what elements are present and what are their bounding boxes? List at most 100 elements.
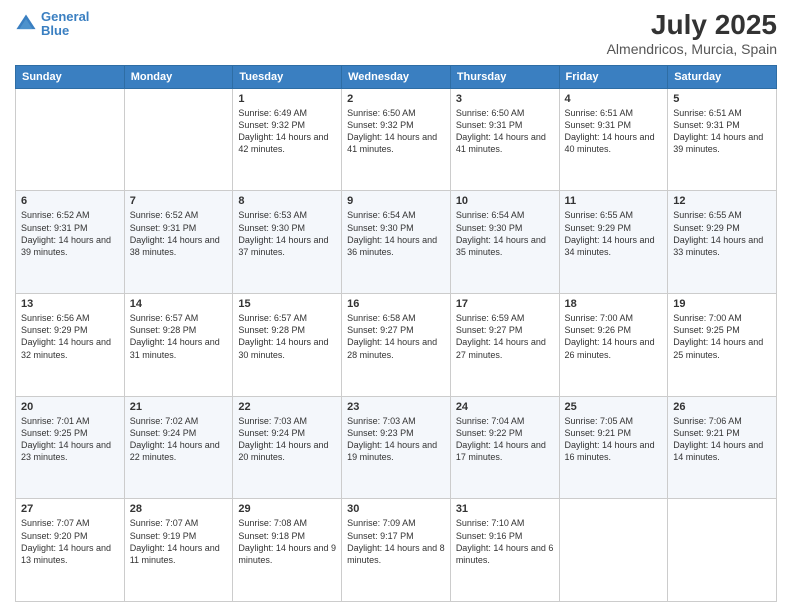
logo-line2: Blue (41, 23, 69, 38)
day-number: 3 (456, 93, 554, 105)
calendar-cell (124, 88, 233, 191)
calendar-cell: 5Sunrise: 6:51 AMSunset: 9:31 PMDaylight… (668, 88, 777, 191)
day-number: 9 (347, 195, 445, 207)
page: General Blue July 2025 Almendricos, Murc… (0, 0, 792, 612)
calendar-cell: 23Sunrise: 7:03 AMSunset: 9:23 PMDayligh… (342, 396, 451, 499)
day-number: 26 (673, 401, 771, 413)
calendar-cell: 17 Sunrise: 6:59 AMSunset: 9:27 PMDayligh… (450, 294, 559, 397)
day-number: 13 (21, 298, 119, 310)
day-number: 14 (130, 298, 228, 310)
day-info: Sunrise: 7:08 AMSunset: 9:18 PMDaylight:… (238, 517, 336, 566)
day-info: Sunrise: 6:52 AMSunset: 9:31 PMDaylight:… (21, 209, 119, 258)
day-info: Sunrise: 7:00 AMSunset: 9:25 PMDaylight:… (673, 312, 771, 361)
calendar-cell: 7 Sunrise: 6:52 AMSunset: 9:31 PMDaylight… (124, 191, 233, 294)
calendar-cell: 11 Sunrise: 6:55 AMSunset: 9:29 PMDayligh… (559, 191, 668, 294)
week-row-4: 20 Sunrise: 7:01 AMSunset: 9:25 PMDayligh… (16, 396, 777, 499)
week-row-1: 1Sunrise: 6:49 AMSunset: 9:32 PMDaylight… (16, 88, 777, 191)
day-info: Sunrise: 6:51 AMSunset: 9:31 PMDaylight:… (673, 107, 771, 156)
day-info: Sunrise: 6:54 AMSunset: 9:30 PMDaylight:… (456, 209, 554, 258)
day-info: Sunrise: 7:01 AMSunset: 9:25 PMDaylight:… (21, 415, 119, 464)
calendar-cell: 20 Sunrise: 7:01 AMSunset: 9:25 PMDayligh… (16, 396, 125, 499)
logo-icon (15, 13, 37, 35)
weekday-header-row: SundayMondayTuesdayWednesdayThursdayFrid… (16, 65, 777, 88)
logo-text: General Blue (41, 10, 89, 39)
day-number: 16 (347, 298, 445, 310)
weekday-header-monday: Monday (124, 65, 233, 88)
calendar-cell: 8 Sunrise: 6:53 AMSunset: 9:30 PMDaylight… (233, 191, 342, 294)
calendar-cell: 26 Sunrise: 7:06 AMSunset: 9:21 PMDayligh… (668, 396, 777, 499)
day-info: Sunrise: 6:49 AMSunset: 9:32 PMDaylight:… (238, 107, 336, 156)
day-info: Sunrise: 7:10 AMSunset: 9:16 PMDaylight:… (456, 517, 554, 566)
calendar-cell: 27Sunrise: 7:07 AMSunset: 9:20 PMDayligh… (16, 499, 125, 602)
day-number: 11 (565, 195, 663, 207)
calendar-cell: 9 Sunrise: 6:54 AMSunset: 9:30 PMDaylight… (342, 191, 451, 294)
calendar-cell: 28 Sunrise: 7:07 AMSunset: 9:19 PMDayligh… (124, 499, 233, 602)
calendar-cell: 13 Sunrise: 6:56 AMSunset: 9:29 PMDayligh… (16, 294, 125, 397)
calendar-cell: 12 Sunrise: 6:55 AMSunset: 9:29 PMDayligh… (668, 191, 777, 294)
header: General Blue July 2025 Almendricos, Murc… (15, 10, 777, 57)
day-info: Sunrise: 6:59 AMSunset: 9:27 PMDaylight:… (456, 312, 554, 361)
day-info: Sunrise: 7:03 AMSunset: 9:24 PMDaylight:… (238, 415, 336, 464)
weekday-header-thursday: Thursday (450, 65, 559, 88)
calendar-cell: 3 Sunrise: 6:50 AMSunset: 9:31 PMDaylight… (450, 88, 559, 191)
day-number: 20 (21, 401, 119, 413)
day-number: 22 (238, 401, 336, 413)
calendar-table: SundayMondayTuesdayWednesdayThursdayFrid… (15, 65, 777, 602)
day-info: Sunrise: 6:53 AMSunset: 9:30 PMDaylight:… (238, 209, 336, 258)
title-block: July 2025 Almendricos, Murcia, Spain (607, 10, 777, 57)
calendar-cell: 14 Sunrise: 6:57 AMSunset: 9:28 PMDayligh… (124, 294, 233, 397)
calendar-cell: 6 Sunrise: 6:52 AMSunset: 9:31 PMDaylight… (16, 191, 125, 294)
day-info: Sunrise: 6:50 AMSunset: 9:31 PMDaylight:… (456, 107, 554, 156)
calendar-cell: 18Sunrise: 7:00 AMSunset: 9:26 PMDayligh… (559, 294, 668, 397)
calendar-cell: 22 Sunrise: 7:03 AMSunset: 9:24 PMDayligh… (233, 396, 342, 499)
day-info: Sunrise: 6:56 AMSunset: 9:29 PMDaylight:… (21, 312, 119, 361)
location: Almendricos, Murcia, Spain (607, 41, 777, 57)
day-info: Sunrise: 7:02 AMSunset: 9:24 PMDaylight:… (130, 415, 228, 464)
calendar-cell: 4 Sunrise: 6:51 AMSunset: 9:31 PMDaylight… (559, 88, 668, 191)
day-number: 15 (238, 298, 336, 310)
day-number: 2 (347, 93, 445, 105)
calendar-cell (559, 499, 668, 602)
calendar-cell: 15 Sunrise: 6:57 AMSunset: 9:28 PMDayligh… (233, 294, 342, 397)
day-number: 4 (565, 93, 663, 105)
day-number: 28 (130, 503, 228, 515)
day-number: 18 (565, 298, 663, 310)
day-number: 31 (456, 503, 554, 515)
day-info: Sunrise: 7:06 AMSunset: 9:21 PMDaylight:… (673, 415, 771, 464)
day-info: Sunrise: 6:57 AMSunset: 9:28 PMDaylight:… (130, 312, 228, 361)
day-number: 21 (130, 401, 228, 413)
calendar-cell: 2Sunrise: 6:50 AMSunset: 9:32 PMDaylight… (342, 88, 451, 191)
day-info: Sunrise: 6:58 AMSunset: 9:27 PMDaylight:… (347, 312, 445, 361)
day-number: 25 (565, 401, 663, 413)
weekday-header-saturday: Saturday (668, 65, 777, 88)
day-info: Sunrise: 6:52 AMSunset: 9:31 PMDaylight:… (130, 209, 228, 258)
day-info: Sunrise: 6:57 AMSunset: 9:28 PMDaylight:… (238, 312, 336, 361)
day-info: Sunrise: 7:09 AMSunset: 9:17 PMDaylight:… (347, 517, 445, 566)
calendar-cell: 10Sunrise: 6:54 AMSunset: 9:30 PMDayligh… (450, 191, 559, 294)
week-row-2: 6 Sunrise: 6:52 AMSunset: 9:31 PMDaylight… (16, 191, 777, 294)
day-number: 17 (456, 298, 554, 310)
day-number: 6 (21, 195, 119, 207)
day-info: Sunrise: 7:07 AMSunset: 9:19 PMDaylight:… (130, 517, 228, 566)
day-number: 7 (130, 195, 228, 207)
logo: General Blue (15, 10, 89, 39)
calendar-cell: 19Sunrise: 7:00 AMSunset: 9:25 PMDayligh… (668, 294, 777, 397)
day-number: 12 (673, 195, 771, 207)
calendar-cell: 25Sunrise: 7:05 AMSunset: 9:21 PMDayligh… (559, 396, 668, 499)
calendar-cell: 31 Sunrise: 7:10 AMSunset: 9:16 PMDayligh… (450, 499, 559, 602)
weekday-header-tuesday: Tuesday (233, 65, 342, 88)
weekday-header-sunday: Sunday (16, 65, 125, 88)
day-info: Sunrise: 6:55 AMSunset: 9:29 PMDaylight:… (565, 209, 663, 258)
calendar-cell: 30 Sunrise: 7:09 AMSunset: 9:17 PMDayligh… (342, 499, 451, 602)
calendar-cell (668, 499, 777, 602)
day-info: Sunrise: 6:55 AMSunset: 9:29 PMDaylight:… (673, 209, 771, 258)
calendar-cell: 16 Sunrise: 6:58 AMSunset: 9:27 PMDayligh… (342, 294, 451, 397)
day-info: Sunrise: 7:04 AMSunset: 9:22 PMDaylight:… (456, 415, 554, 464)
day-number: 8 (238, 195, 336, 207)
day-number: 30 (347, 503, 445, 515)
day-info: Sunrise: 6:51 AMSunset: 9:31 PMDaylight:… (565, 107, 663, 156)
month-year: July 2025 (607, 10, 777, 41)
week-row-5: 27Sunrise: 7:07 AMSunset: 9:20 PMDayligh… (16, 499, 777, 602)
day-info: Sunrise: 6:54 AMSunset: 9:30 PMDaylight:… (347, 209, 445, 258)
calendar-cell: 21 Sunrise: 7:02 AMSunset: 9:24 PMDayligh… (124, 396, 233, 499)
